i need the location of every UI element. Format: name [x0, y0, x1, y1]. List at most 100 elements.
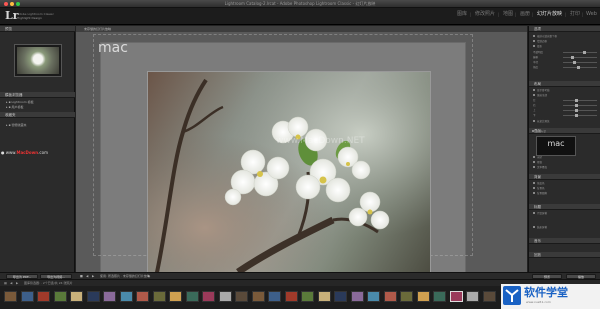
module-slideshow[interactable]: 幻灯片放映: [537, 11, 562, 18]
filmstrip-thumbnail[interactable]: [235, 291, 248, 302]
module-map[interactable]: 地图: [503, 11, 513, 18]
checkbox[interactable]: [533, 212, 535, 214]
module-book[interactable]: 画册: [520, 11, 530, 18]
checkbox[interactable]: [533, 89, 535, 91]
slider-track[interactable]: [563, 51, 597, 54]
slider-knob[interactable]: [575, 104, 578, 107]
option-row[interactable]: 绘制边框: [533, 40, 597, 43]
checkbox[interactable]: [533, 94, 535, 96]
option-row[interactable]: 投影: [533, 45, 597, 48]
slider-row[interactable]: 半径: [533, 61, 597, 64]
filmstrip-thumbnail[interactable]: [367, 291, 380, 302]
option-row[interactable]: 结束屏幕: [533, 226, 597, 229]
slider-track[interactable]: [563, 61, 597, 64]
slider-track[interactable]: [563, 104, 597, 107]
checkbox[interactable]: [533, 226, 535, 228]
filmstrip-thumbnail[interactable]: [449, 291, 463, 302]
checkbox[interactable]: [533, 35, 535, 37]
slider-track[interactable]: [563, 114, 597, 117]
slider-track[interactable]: [563, 99, 597, 102]
titles-panel-header[interactable]: 标题: [529, 204, 600, 210]
checkbox[interactable]: [533, 166, 535, 168]
slider-row[interactable]: 下: [533, 114, 597, 117]
checkbox[interactable]: [533, 182, 535, 184]
option-row[interactable]: 链接全部: [533, 94, 597, 97]
slider-knob[interactable]: [575, 99, 578, 102]
option-row[interactable]: 渐变色: [533, 182, 597, 185]
filmstrip-thumbnail[interactable]: [169, 291, 182, 302]
filmstrip-thumbnail[interactable]: [334, 291, 347, 302]
filmstrip-thumbnail[interactable]: [4, 291, 17, 302]
checkbox[interactable]: [533, 192, 535, 194]
slider-track[interactable]: [563, 66, 597, 69]
filmstrip-thumbnail[interactable]: [433, 291, 446, 302]
filmstrip-thumbnail[interactable]: [185, 291, 199, 302]
backdrop-panel-header[interactable]: 背景: [529, 174, 600, 180]
identity-plate-overlay[interactable]: mac: [98, 40, 128, 56]
checkbox[interactable]: [533, 120, 535, 122]
filmstrip-thumbnail[interactable]: [284, 291, 298, 302]
option-row[interactable]: 背景图像: [533, 192, 597, 195]
slider-knob[interactable]: [571, 56, 574, 59]
music-panel-header[interactable]: 音乐: [529, 238, 600, 244]
filmstrip-thumbnail[interactable]: [251, 291, 265, 302]
slider-knob[interactable]: [575, 114, 578, 117]
playback-panel-header[interactable]: 回放: [529, 252, 600, 258]
collection-item[interactable]: ▸ ▪ 智能收藏夹: [6, 123, 70, 127]
template-browser-header[interactable]: 模板浏览器: [0, 92, 75, 98]
slide-photo[interactable]: [147, 71, 431, 279]
filmstrip-thumbnail[interactable]: [202, 291, 215, 302]
filmstrip-thumbnail[interactable]: [317, 291, 331, 302]
filmstrip-thumbnail[interactable]: [218, 291, 232, 302]
checkbox[interactable]: [533, 40, 535, 42]
slider-row[interactable]: 左: [533, 99, 597, 102]
filmstrip-thumbnail[interactable]: [70, 291, 83, 302]
filmstrip-thumbnail[interactable]: [383, 291, 397, 302]
option-row[interactable]: 介绍屏幕: [533, 212, 597, 215]
collections-header[interactable]: 收藏夹: [0, 112, 75, 118]
option-row[interactable]: 显示参考线: [533, 89, 597, 92]
slider-track[interactable]: [563, 109, 597, 112]
slider-row[interactable]: 上: [533, 109, 597, 112]
option-row[interactable]: 水印: [533, 156, 597, 159]
slider-row[interactable]: 角度: [533, 66, 597, 69]
checkbox[interactable]: [533, 156, 535, 158]
filmstrip-thumbnail[interactable]: [482, 291, 496, 302]
layout-panel-header[interactable]: 布局: [529, 81, 600, 87]
checkbox[interactable]: [533, 187, 535, 189]
module-library[interactable]: 图库: [457, 11, 467, 18]
filmstrip-thumbnail[interactable]: [86, 291, 100, 302]
checkbox[interactable]: [533, 45, 535, 47]
filmstrip-thumbnail[interactable]: [119, 291, 133, 302]
slider-row[interactable]: 右: [533, 104, 597, 107]
filmstrip-thumbnail[interactable]: [37, 291, 50, 302]
option-row[interactable]: 背景色: [533, 187, 597, 190]
filmstrip-thumbnail[interactable]: [136, 291, 149, 302]
slider-track[interactable]: [563, 56, 597, 59]
module-develop[interactable]: 修改照片: [475, 11, 495, 18]
slider-knob[interactable]: [583, 51, 586, 54]
filmstrip-thumbnail[interactable]: [466, 291, 479, 302]
filmstrip-thumbnail[interactable]: [400, 291, 413, 302]
filmstrip-thumbnail[interactable]: [268, 291, 281, 302]
slider-knob[interactable]: [573, 61, 576, 64]
slider-knob[interactable]: [575, 109, 578, 112]
slider-knob[interactable]: [577, 66, 580, 69]
filmstrip-thumbnail[interactable]: [103, 291, 116, 302]
preview-panel-header[interactable]: 预览: [0, 26, 75, 32]
option-row[interactable]: 长宽比预览: [533, 120, 597, 123]
filmstrip-thumbnail[interactable]: [20, 291, 34, 302]
module-print[interactable]: 打印: [570, 11, 580, 18]
option-row[interactable]: 缩放以填充整个框: [533, 35, 597, 38]
module-web[interactable]: Web: [586, 11, 597, 18]
filmstrip-thumbnail[interactable]: [301, 291, 314, 302]
filmstrip-thumbnail[interactable]: [53, 291, 67, 302]
checkbox[interactable]: [532, 130, 534, 132]
template-folder-user[interactable]: ▸ ▪ 用户模板: [6, 105, 70, 109]
filmstrip-thumbnail[interactable]: [152, 291, 166, 302]
option-row[interactable]: 文本叠加: [533, 166, 597, 169]
slider-row[interactable]: 偏移: [533, 56, 597, 59]
filmstrip-thumbnail[interactable]: [350, 291, 364, 302]
slider-row[interactable]: 不透明度: [533, 51, 597, 54]
filmstrip-thumbnail[interactable]: [416, 291, 430, 302]
